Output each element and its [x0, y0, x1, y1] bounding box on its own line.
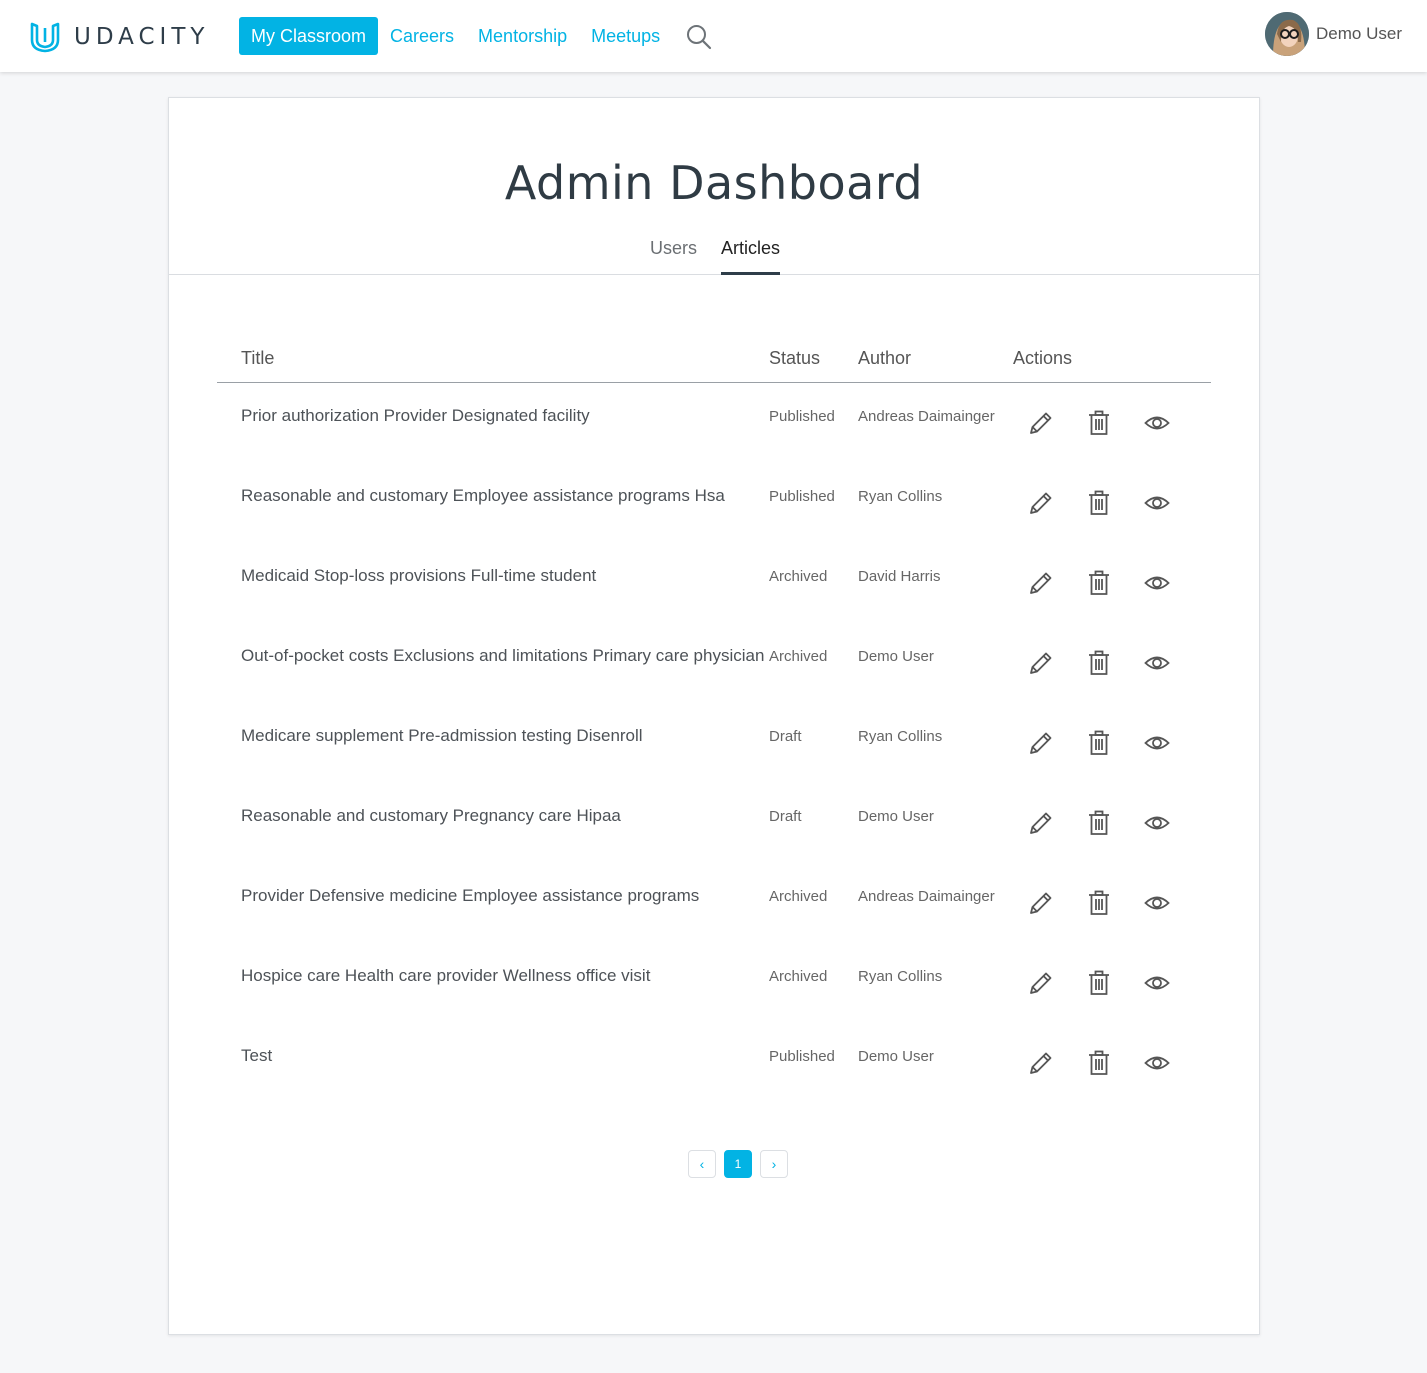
table-row: Hospice care Health care provider Wellne… [217, 943, 1211, 1023]
article-author: Andreas Daimainger [858, 888, 995, 905]
article-title: Prior authorization Provider Designated … [241, 406, 590, 425]
table-row: Reasonable and customary Pregnancy care … [217, 783, 1211, 863]
tab-articles[interactable]: Articles [721, 236, 781, 275]
dashboard-tabs: Users Articles [169, 236, 1259, 275]
articles-table: Title Status Author Actions Prior author… [217, 346, 1211, 1103]
pagination-prev-button[interactable]: ‹ [688, 1150, 716, 1178]
edit-icon[interactable] [1027, 409, 1055, 437]
search-icon[interactable] [685, 23, 713, 51]
article-status: Archived [769, 648, 828, 665]
delete-icon[interactable] [1085, 889, 1113, 917]
delete-icon[interactable] [1085, 649, 1113, 677]
article-title: Reasonable and customary Employee assist… [241, 486, 725, 505]
delete-icon[interactable] [1085, 1049, 1113, 1077]
avatar-photo-icon [1265, 12, 1310, 56]
delete-icon[interactable] [1085, 809, 1113, 837]
view-icon[interactable] [1143, 489, 1171, 517]
article-author: Andreas Daimainger [858, 408, 995, 425]
view-icon[interactable] [1143, 889, 1171, 917]
article-status: Archived [769, 888, 828, 905]
table-row: Provider Defensive medicine Employee ass… [217, 863, 1211, 943]
article-status: Draft [769, 728, 802, 745]
edit-icon[interactable] [1027, 889, 1055, 917]
delete-icon[interactable] [1085, 729, 1113, 757]
article-status: Draft [769, 808, 802, 825]
article-author: Demo User [858, 1048, 934, 1065]
edit-icon[interactable] [1027, 809, 1055, 837]
article-author: Ryan Collins [858, 728, 943, 745]
delete-icon[interactable] [1085, 969, 1113, 997]
table-row: Prior authorization Provider Designated … [217, 383, 1211, 463]
table-body: Prior authorization Provider Designated … [217, 383, 1211, 1103]
brand-name: UDACITY [74, 23, 210, 50]
edit-icon[interactable] [1027, 729, 1055, 757]
column-header-author: Author [858, 348, 912, 368]
edit-icon[interactable] [1027, 969, 1055, 997]
article-status: Published [769, 408, 835, 425]
edit-icon[interactable] [1027, 1049, 1055, 1077]
article-title: Hospice care Health care provider Wellne… [241, 966, 651, 985]
udacity-logo-icon [30, 22, 60, 53]
table-header: Title Status Author Actions [217, 346, 1211, 383]
article-title: Out-of-pocket costs Exclusions and limit… [241, 646, 765, 665]
view-icon[interactable] [1143, 409, 1171, 437]
view-icon[interactable] [1143, 729, 1171, 757]
view-icon[interactable] [1143, 969, 1171, 997]
main-nav: My Classroom Careers Mentorship Meetups [239, 17, 672, 55]
pagination-next-button[interactable]: › [760, 1150, 788, 1178]
article-title: Medicare supplement Pre-admission testin… [241, 726, 643, 745]
article-title: Medicaid Stop-loss provisions Full-time … [241, 566, 597, 585]
table-row: Reasonable and customary Employee assist… [217, 463, 1211, 543]
admin-dashboard-card: Admin Dashboard Users Articles Title Sta… [168, 97, 1260, 1335]
nav-careers[interactable]: Careers [378, 17, 466, 55]
nav-meetups[interactable]: Meetups [579, 17, 672, 55]
article-author: Demo User [858, 808, 934, 825]
delete-icon[interactable] [1085, 489, 1113, 517]
article-title: Test [241, 1046, 273, 1065]
tab-users[interactable]: Users [650, 236, 697, 274]
table-row: Medicare supplement Pre-admission testin… [217, 703, 1211, 783]
pagination: ‹ 1 › [688, 1150, 796, 1178]
article-author: Demo User [858, 648, 934, 665]
delete-icon[interactable] [1085, 569, 1113, 597]
user-name: Demo User [1316, 24, 1402, 43]
view-icon[interactable] [1143, 1049, 1171, 1077]
article-status: Archived [769, 568, 828, 585]
top-navigation-bar: UDACITY My Classroom Careers Mentorship … [0, 0, 1427, 72]
avatar[interactable] [1265, 12, 1310, 56]
user-menu[interactable]: Demo User [1265, 12, 1402, 56]
article-status: Archived [769, 968, 828, 985]
view-icon[interactable] [1143, 649, 1171, 677]
view-icon[interactable] [1143, 569, 1171, 597]
edit-icon[interactable] [1027, 569, 1055, 597]
table-row: Medicaid Stop-loss provisions Full-time … [217, 543, 1211, 623]
nav-my-classroom[interactable]: My Classroom [239, 17, 379, 55]
column-header-title: Title [241, 348, 275, 368]
nav-mentorship[interactable]: Mentorship [466, 17, 579, 55]
article-status: Published [769, 488, 835, 505]
article-title: Reasonable and customary Pregnancy care … [241, 806, 621, 825]
article-status: Published [769, 1048, 835, 1065]
article-title: Provider Defensive medicine Employee ass… [241, 886, 700, 905]
udacity-logo[interactable]: UDACITY [29, 20, 209, 53]
edit-icon[interactable] [1027, 489, 1055, 517]
article-author: Ryan Collins [858, 488, 943, 505]
edit-icon[interactable] [1027, 649, 1055, 677]
article-author: David Harris [858, 568, 941, 585]
column-header-actions: Actions [1013, 348, 1073, 368]
view-icon[interactable] [1143, 809, 1171, 837]
table-row: Out-of-pocket costs Exclusions and limit… [217, 623, 1211, 703]
pagination-page-1[interactable]: 1 [724, 1150, 752, 1178]
article-author: Ryan Collins [858, 968, 943, 985]
table-row: Test Published Demo User [217, 1023, 1211, 1103]
delete-icon[interactable] [1085, 409, 1113, 437]
column-header-status: Status [769, 348, 821, 368]
page-title: Admin Dashboard [504, 156, 924, 210]
